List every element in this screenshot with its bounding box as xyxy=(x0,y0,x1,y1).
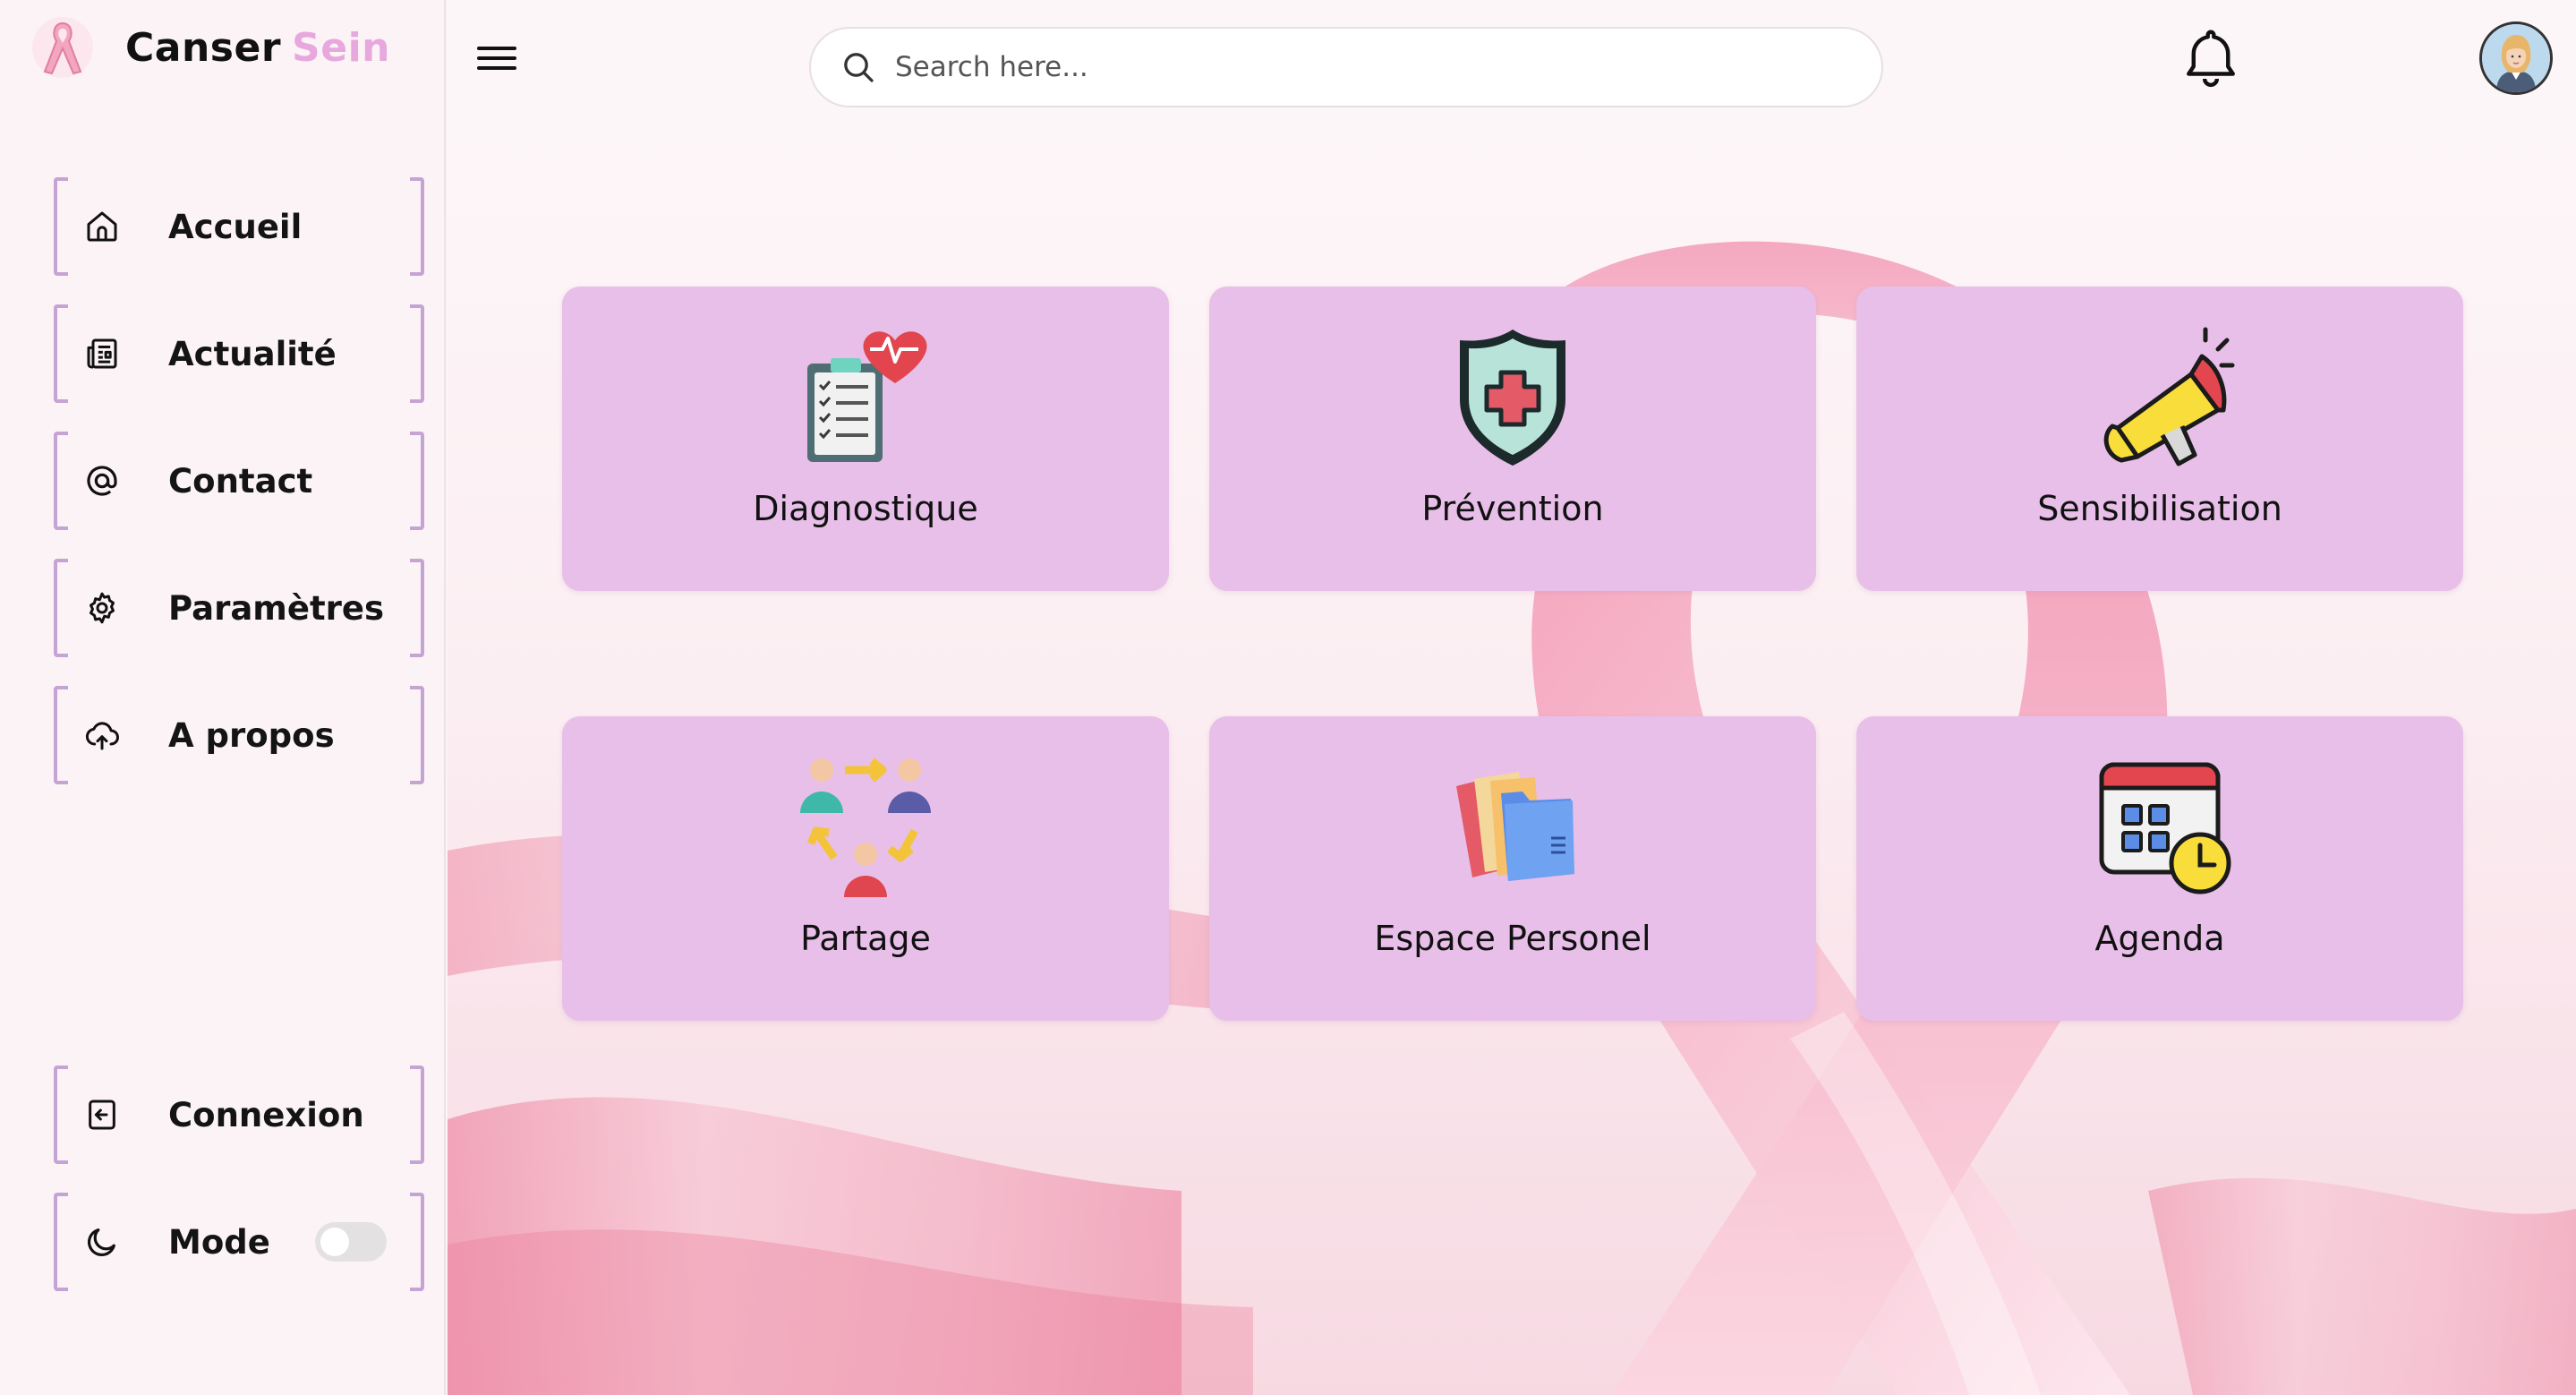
bell-icon[interactable] xyxy=(2175,23,2247,95)
brand-name-accent: Sein xyxy=(292,24,390,71)
sidebar: Canser Sein Accueil Actualité Contact Pa… xyxy=(0,0,446,1395)
login-icon xyxy=(77,1090,127,1140)
gear-icon xyxy=(77,583,127,633)
sidebar-item-a-propos[interactable]: A propos xyxy=(54,686,424,784)
sidebar-item-accueil[interactable]: Accueil xyxy=(54,177,424,276)
at-icon xyxy=(77,456,127,506)
home-icon xyxy=(77,201,127,252)
dark-mode-toggle[interactable] xyxy=(315,1222,387,1262)
brand[interactable]: Canser Sein xyxy=(25,16,390,79)
brand-name-main: Canser xyxy=(125,24,282,71)
clipboard-heart-icon xyxy=(789,321,942,473)
sidebar-item-label: Mode xyxy=(168,1222,270,1262)
calendar-clock-icon xyxy=(2084,750,2236,903)
card-espace-personel[interactable]: Espace Personel xyxy=(1209,716,1816,1021)
sidebar-item-label: A propos xyxy=(168,715,335,755)
card-agenda[interactable]: Agenda xyxy=(1856,716,2463,1021)
search-icon xyxy=(838,47,879,88)
megaphone-icon xyxy=(2084,321,2236,473)
card-label: Sensibilisation xyxy=(2037,489,2282,528)
pink-ribbon-logo-icon xyxy=(25,16,100,79)
search-bar xyxy=(809,27,1883,107)
card-diagnostique[interactable]: Diagnostique xyxy=(562,287,1169,591)
search-input[interactable] xyxy=(895,51,1790,83)
sidebar-item-label: Contact xyxy=(168,461,313,501)
cloud-upload-icon xyxy=(77,710,127,760)
card-prevention[interactable]: Prévention xyxy=(1209,287,1816,591)
sidebar-item-label: Connexion xyxy=(168,1095,364,1134)
card-label: Diagnostique xyxy=(753,489,978,528)
hamburger-icon[interactable] xyxy=(474,36,519,81)
card-label: Prévention xyxy=(1421,489,1604,528)
sidebar-item-parametres[interactable]: Paramètres xyxy=(54,559,424,657)
main-content: Diagnostique Prévention Sensibilisation … xyxy=(448,116,2576,1395)
sidebar-item-actualite[interactable]: Actualité xyxy=(54,304,424,403)
user-avatar[interactable] xyxy=(2479,21,2553,95)
card-label: Partage xyxy=(800,919,931,958)
sidebar-item-connexion[interactable]: Connexion xyxy=(54,1066,424,1164)
toggle-knob xyxy=(320,1228,349,1256)
sidebar-item-label: Accueil xyxy=(168,207,303,246)
newspaper-icon xyxy=(77,329,127,379)
brand-name: Canser Sein xyxy=(125,25,390,71)
top-header xyxy=(448,0,2576,116)
card-label: Espace Personel xyxy=(1374,919,1651,958)
sidebar-item-mode: Mode xyxy=(54,1193,424,1291)
card-label: Agenda xyxy=(2094,919,2225,958)
shield-cross-icon xyxy=(1437,321,1589,473)
people-share-icon xyxy=(789,750,942,903)
sidebar-item-label: Actualité xyxy=(168,334,337,373)
moon-icon xyxy=(77,1217,127,1267)
sidebar-item-label: Paramètres xyxy=(168,588,385,628)
folders-icon xyxy=(1437,750,1589,903)
card-sensibilisation[interactable]: Sensibilisation xyxy=(1856,287,2463,591)
card-partage[interactable]: Partage xyxy=(562,716,1169,1021)
sidebar-item-contact[interactable]: Contact xyxy=(54,432,424,530)
